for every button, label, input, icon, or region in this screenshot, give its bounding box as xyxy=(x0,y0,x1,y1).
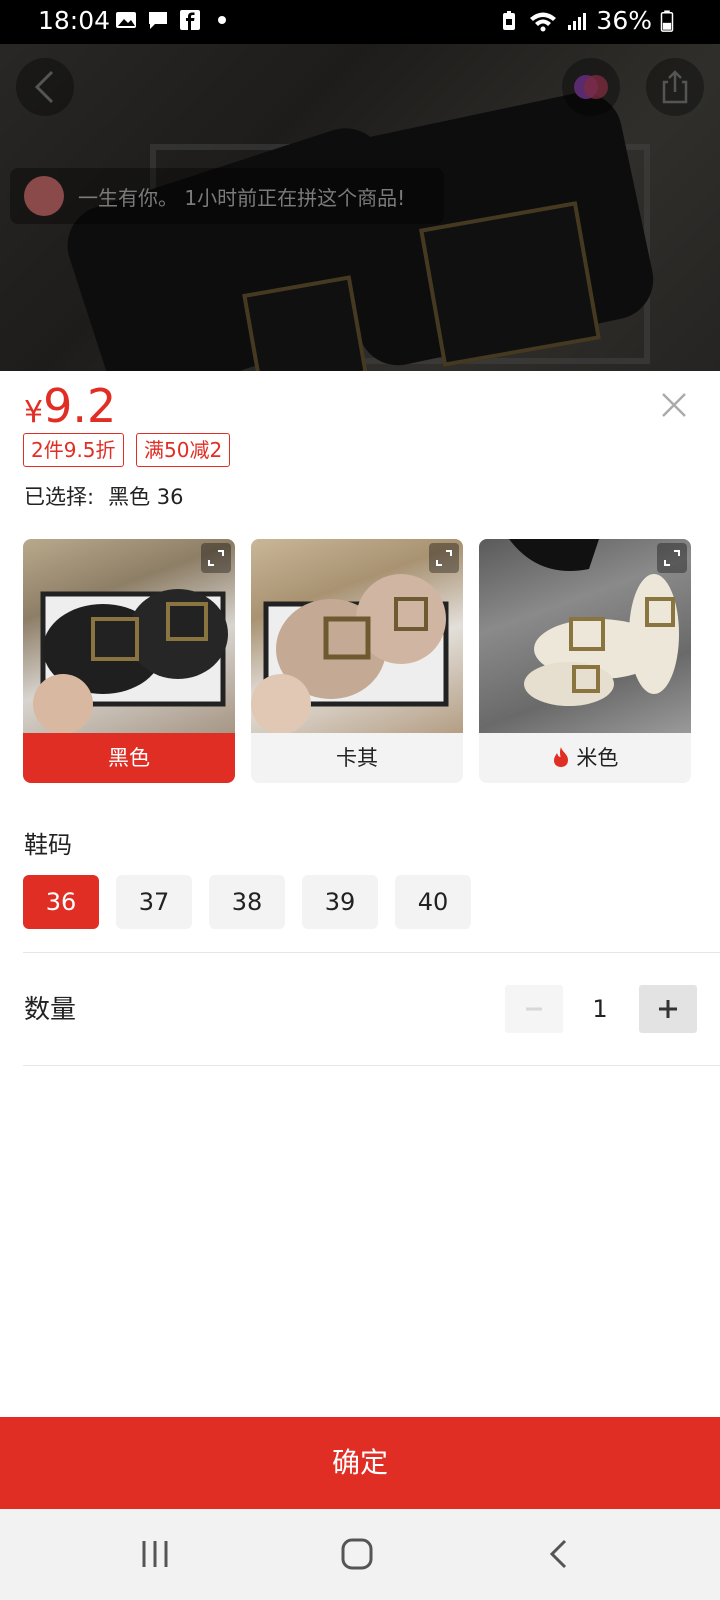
selected-label: 已选择: xyxy=(24,485,95,509)
color-label-black: 黑色 xyxy=(23,733,235,783)
color-label-khaki: 卡其 xyxy=(336,746,378,770)
group-avatar-icon xyxy=(574,75,608,99)
recent-apps-icon[interactable] xyxy=(140,1539,170,1569)
price-amount: 9.2 xyxy=(43,379,117,433)
color-label-beige: 米色 xyxy=(576,746,619,770)
expand-icon[interactable] xyxy=(429,543,459,573)
color-option-black[interactable]: 黑色 xyxy=(23,539,235,783)
promo-badge-discount: 2件9.5折 xyxy=(23,433,124,467)
size-option-36[interactable]: 36 xyxy=(23,875,99,929)
share-button[interactable] xyxy=(646,58,704,116)
system-nav-bar xyxy=(0,1509,720,1600)
nav-back-icon[interactable] xyxy=(548,1539,570,1569)
message-icon xyxy=(149,12,167,29)
group-avatar-button[interactable] xyxy=(562,58,620,116)
divider xyxy=(23,952,720,953)
back-button[interactable] xyxy=(16,58,74,116)
group-buy-toast: 一生有你。 1小时前正在拼这个商品! xyxy=(10,168,444,224)
product-image[interactable]: 一生有你。 1小时前正在拼这个商品! xyxy=(0,44,720,371)
size-option-38[interactable]: 38 xyxy=(209,875,285,929)
toast-text: 一生有你。 1小时前正在拼这个商品! xyxy=(78,185,406,210)
close-icon[interactable] xyxy=(660,391,688,419)
quantity-title: 数量 xyxy=(24,995,77,1025)
color-option-beige[interactable]: 米色 xyxy=(479,539,691,783)
divider xyxy=(23,1065,720,1066)
fire-icon xyxy=(553,747,568,767)
color-option-khaki[interactable]: 卡其 xyxy=(251,539,463,783)
price-currency: ¥ xyxy=(24,395,44,430)
size-title: 鞋码 xyxy=(24,831,72,859)
quantity-increment-button[interactable] xyxy=(639,985,697,1033)
price: ¥9.2 xyxy=(24,379,116,433)
minus-icon xyxy=(526,1007,542,1011)
status-time: 18:04 xyxy=(38,6,111,35)
home-icon[interactable] xyxy=(340,1537,374,1571)
battery-saver-icon xyxy=(503,10,516,30)
status-bar: 18:04 36% xyxy=(0,0,720,44)
selected-value: 黑色 36 xyxy=(108,485,184,509)
expand-icon[interactable] xyxy=(201,543,231,573)
confirm-button[interactable]: 确定 xyxy=(0,1417,720,1509)
quantity-value[interactable]: 1 xyxy=(570,985,630,1033)
facebook-icon xyxy=(180,10,200,30)
status-notification-icons xyxy=(115,9,233,31)
plus-icon xyxy=(659,1000,677,1018)
share-icon xyxy=(662,70,688,104)
selected-summary: 已选择: 黑色 36 xyxy=(24,481,183,511)
size-option-39[interactable]: 39 xyxy=(302,875,378,929)
size-option-40[interactable]: 40 xyxy=(395,875,471,929)
size-option-37[interactable]: 37 xyxy=(116,875,192,929)
battery-percent: 36% xyxy=(596,6,652,35)
back-icon xyxy=(34,70,54,104)
toast-avatar xyxy=(24,176,64,216)
status-system-icons: 36% xyxy=(498,6,674,35)
quantity-decrement-button[interactable] xyxy=(505,985,563,1033)
gallery-icon xyxy=(116,12,136,28)
color-label-beige-wrap: 米色 xyxy=(479,733,691,783)
signal-icon xyxy=(568,12,587,30)
battery-icon xyxy=(660,9,674,32)
promo-badge-coupon: 满50减2 xyxy=(136,433,231,467)
expand-icon[interactable] xyxy=(657,543,687,573)
sku-sheet: ¥9.2 2件9.5折 满50减2 已选择: 黑色 36 黑色 卡其 米色 鞋码 … xyxy=(0,371,720,1417)
dot-icon xyxy=(218,16,226,24)
wifi-icon xyxy=(530,12,557,31)
